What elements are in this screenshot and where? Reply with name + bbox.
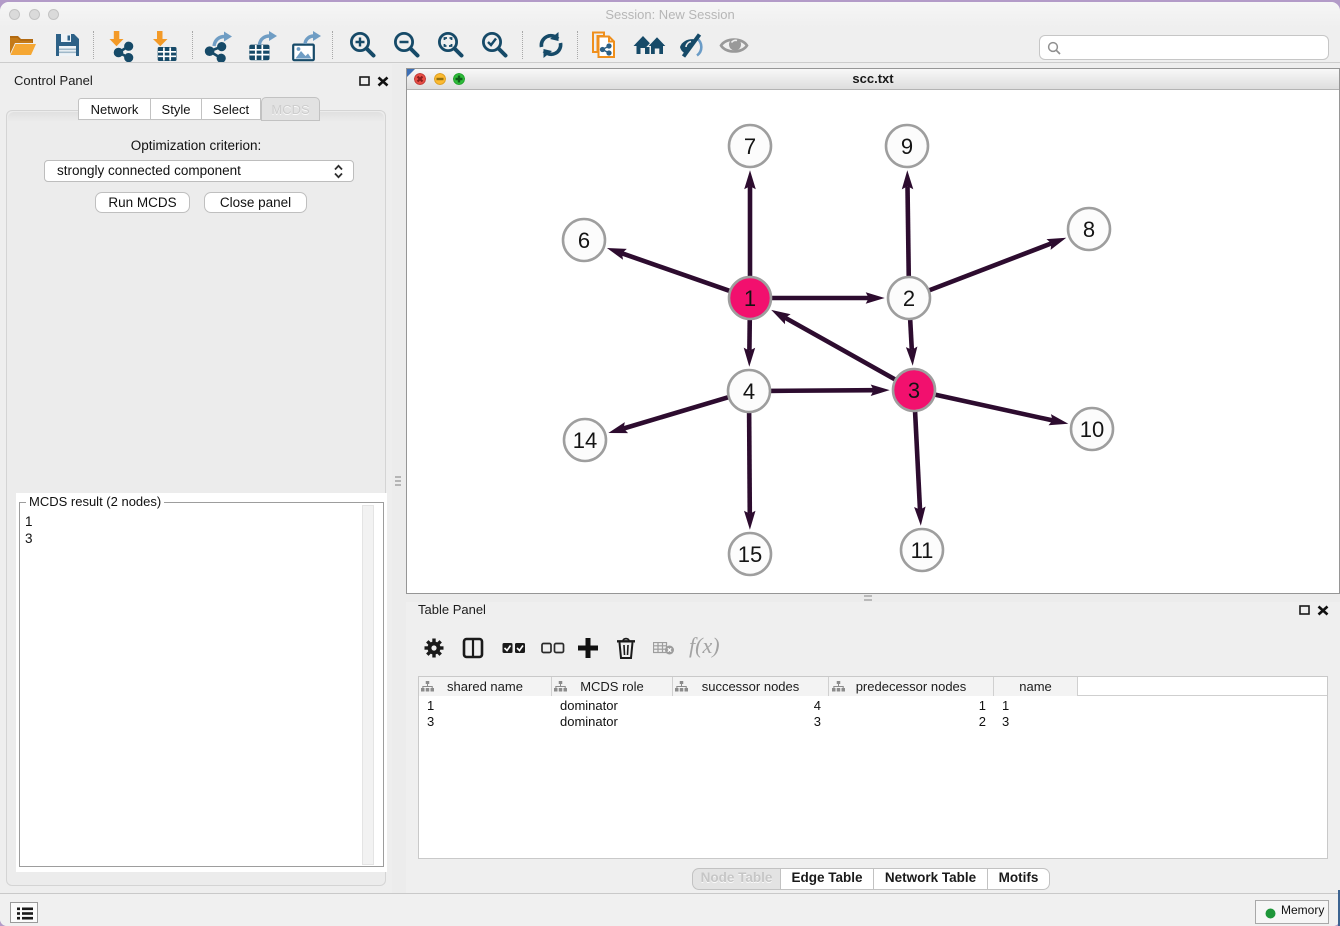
svg-text:3: 3: [908, 378, 920, 403]
svg-text:15: 15: [738, 542, 762, 567]
svg-text:7: 7: [744, 134, 756, 159]
svg-text:14: 14: [573, 428, 597, 453]
svg-text:9: 9: [901, 134, 913, 159]
svg-text:6: 6: [578, 228, 590, 253]
svg-text:4: 4: [743, 379, 755, 404]
svg-text:1: 1: [744, 286, 756, 311]
svg-text:8: 8: [1083, 217, 1095, 242]
svg-text:10: 10: [1080, 417, 1104, 442]
svg-text:2: 2: [903, 286, 915, 311]
svg-text:11: 11: [911, 538, 934, 563]
